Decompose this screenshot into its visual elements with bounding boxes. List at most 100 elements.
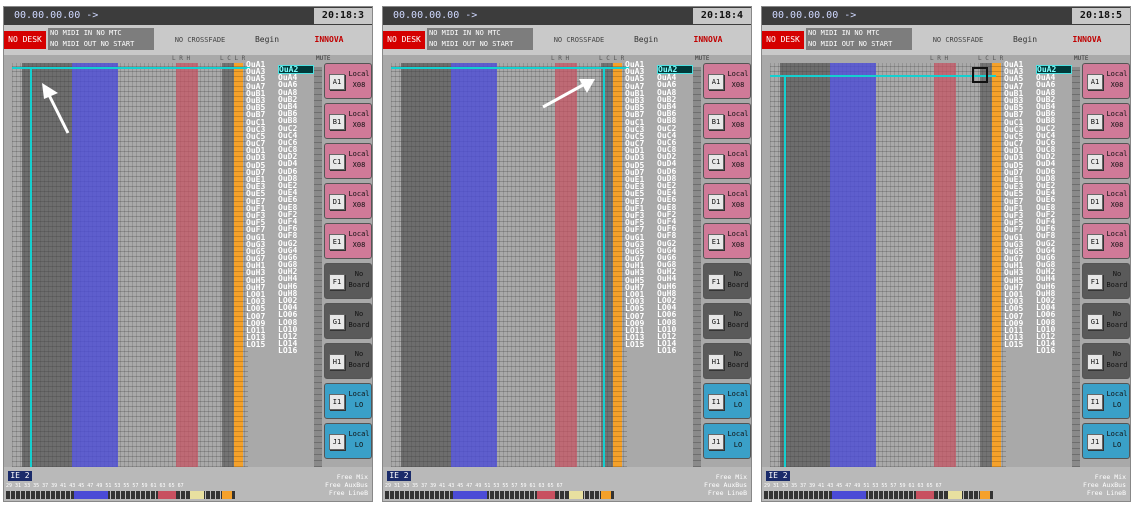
output-button-i1[interactable]: I1 Local LO — [703, 383, 751, 419]
output-line-2: X08 — [731, 81, 745, 89]
mute-label: MUTE — [695, 55, 710, 62]
output-text: No Board — [1104, 349, 1130, 371]
crossfade-button[interactable]: NO CROSSFADE — [918, 31, 998, 49]
blue-block — [72, 63, 118, 467]
channel-label-left[interactable]: LO15 — [246, 341, 280, 349]
midi-status[interactable]: NO MIDI IN NO MTC NO MIDI OUT NO START — [427, 28, 533, 50]
output-text: Local X08 — [1104, 109, 1130, 131]
channel-label-left[interactable]: LO15 — [1004, 341, 1038, 349]
output-button-a1[interactable]: A1 Local X08 — [703, 63, 751, 99]
output-button-h1[interactable]: H1 No Board — [703, 343, 751, 379]
channel-strip[interactable] — [764, 491, 994, 499]
output-button-d1[interactable]: D1 Local X08 — [324, 183, 372, 219]
output-button-h1[interactable]: H1 No Board — [324, 343, 372, 379]
output-button-g1[interactable]: G1 No Board — [1082, 303, 1130, 339]
no-desk-button[interactable]: NO DESK — [4, 31, 46, 49]
routing-grid[interactable] — [770, 63, 1006, 467]
brand-label: INNOVA — [693, 35, 723, 44]
free-auxbus: Free AuxBus — [1082, 481, 1126, 489]
begin-button[interactable]: Begin — [246, 31, 288, 49]
channel-label-right[interactable]: LO16 — [1036, 347, 1072, 355]
output-button-b1[interactable]: B1 Local X08 — [1082, 103, 1130, 139]
output-button-d1[interactable]: D1 Local X08 — [1082, 183, 1130, 219]
crossfade-button[interactable]: NO CROSSFADE — [160, 31, 240, 49]
output-line-2: LO — [354, 441, 364, 449]
output-line-1: No — [1112, 270, 1122, 278]
output-button-j1[interactable]: J1 Local LO — [324, 423, 372, 459]
white-arrow-icon — [542, 79, 595, 109]
routing-grid[interactable] — [391, 63, 627, 467]
output-button-a1[interactable]: A1 Local X08 — [1082, 63, 1130, 99]
output-key: A1 — [708, 74, 724, 90]
output-line-1: Local — [1106, 110, 1128, 118]
output-button-g1[interactable]: G1 No Board — [324, 303, 372, 339]
output-button-e1[interactable]: E1 Local X08 — [1082, 223, 1130, 259]
output-button-d1[interactable]: D1 Local X08 — [703, 183, 751, 219]
output-text: Local LO — [346, 389, 372, 411]
free-auxbus: Free AuxBus — [324, 481, 368, 489]
output-button-c1[interactable]: C1 Local X08 — [324, 143, 372, 179]
output-key: J1 — [329, 434, 345, 450]
clock: 20:18:5 — [1072, 8, 1130, 24]
output-text: Local X08 — [346, 109, 372, 131]
output-key: G1 — [708, 314, 724, 330]
output-button-j1[interactable]: J1 Local LO — [1082, 423, 1130, 459]
output-text: No Board — [1104, 269, 1130, 291]
timecode: 00.00.00.00 -> — [14, 10, 99, 21]
mute-column[interactable] — [1072, 67, 1080, 467]
output-line-2: X08 — [731, 121, 745, 129]
channel-label-left[interactable]: LO15 — [625, 341, 659, 349]
no-desk-button[interactable]: NO DESK — [383, 31, 425, 49]
output-button-g1[interactable]: G1 No Board — [703, 303, 751, 339]
output-key: D1 — [708, 194, 724, 210]
output-line-2: LO — [1112, 441, 1122, 449]
output-button-c1[interactable]: C1 Local X08 — [1082, 143, 1130, 179]
output-button-i1[interactable]: I1 Local LO — [1082, 383, 1130, 419]
output-line-1: Local — [727, 430, 749, 438]
free-status: Free Mix Free AuxBus Free LineB — [278, 473, 368, 497]
free-auxbus: Free AuxBus — [703, 481, 747, 489]
top-bar: 00.00.00.00 -> 20:18:4 — [383, 7, 751, 25]
channel-strip[interactable] — [385, 491, 615, 499]
output-line-1: No — [1112, 310, 1122, 318]
crossfade-button[interactable]: NO CROSSFADE — [539, 31, 619, 49]
output-button-f1[interactable]: F1 No Board — [1082, 263, 1130, 299]
bottom-bar: IE 2 29 31 33 35 37 39 41 43 45 47 49 51… — [762, 467, 1130, 501]
output-button-b1[interactable]: B1 Local X08 — [324, 103, 372, 139]
lrh-label: L R H — [930, 55, 949, 62]
output-line-1: Local — [348, 70, 370, 78]
no-desk-button[interactable]: NO DESK — [762, 31, 804, 49]
output-line-1: No — [354, 270, 364, 278]
output-button-e1[interactable]: E1 Local X08 — [703, 223, 751, 259]
output-line-2: X08 — [352, 121, 366, 129]
output-text: Local X08 — [725, 109, 751, 131]
output-button-j1[interactable]: J1 Local LO — [703, 423, 751, 459]
channel-label-right[interactable]: LO16 — [657, 347, 693, 355]
output-text: No Board — [1104, 309, 1130, 331]
output-line-1: No — [354, 350, 364, 358]
selection-cursor-icon — [972, 67, 988, 83]
output-button-e1[interactable]: E1 Local X08 — [324, 223, 372, 259]
output-button-a1[interactable]: A1 Local X08 — [324, 63, 372, 99]
mute-column[interactable] — [693, 67, 701, 467]
output-line-2: Board — [348, 361, 370, 369]
mute-column[interactable] — [314, 67, 322, 467]
midi-status[interactable]: NO MIDI IN NO MTC NO MIDI OUT NO START — [48, 28, 154, 50]
output-key: C1 — [708, 154, 724, 170]
begin-button[interactable]: Begin — [625, 31, 667, 49]
output-text: Local X08 — [725, 229, 751, 251]
output-button-c1[interactable]: C1 Local X08 — [703, 143, 751, 179]
output-button-b1[interactable]: B1 Local X08 — [703, 103, 751, 139]
output-button-f1[interactable]: F1 No Board — [324, 263, 372, 299]
output-line-2: Board — [348, 281, 370, 289]
midi-status[interactable]: NO MIDI IN NO MTC NO MIDI OUT NO START — [806, 28, 912, 50]
output-line-1: Local — [1106, 70, 1128, 78]
output-button-f1[interactable]: F1 No Board — [703, 263, 751, 299]
output-button-i1[interactable]: I1 Local LO — [324, 383, 372, 419]
begin-button[interactable]: Begin — [1004, 31, 1046, 49]
output-button-h1[interactable]: H1 No Board — [1082, 343, 1130, 379]
channel-strip[interactable] — [6, 491, 236, 499]
output-line-2: X08 — [352, 201, 366, 209]
channel-label-right[interactable]: LO16 — [278, 347, 314, 355]
channel-numbers: 29 31 33 35 37 39 41 43 45 47 49 51 53 5… — [6, 483, 184, 489]
